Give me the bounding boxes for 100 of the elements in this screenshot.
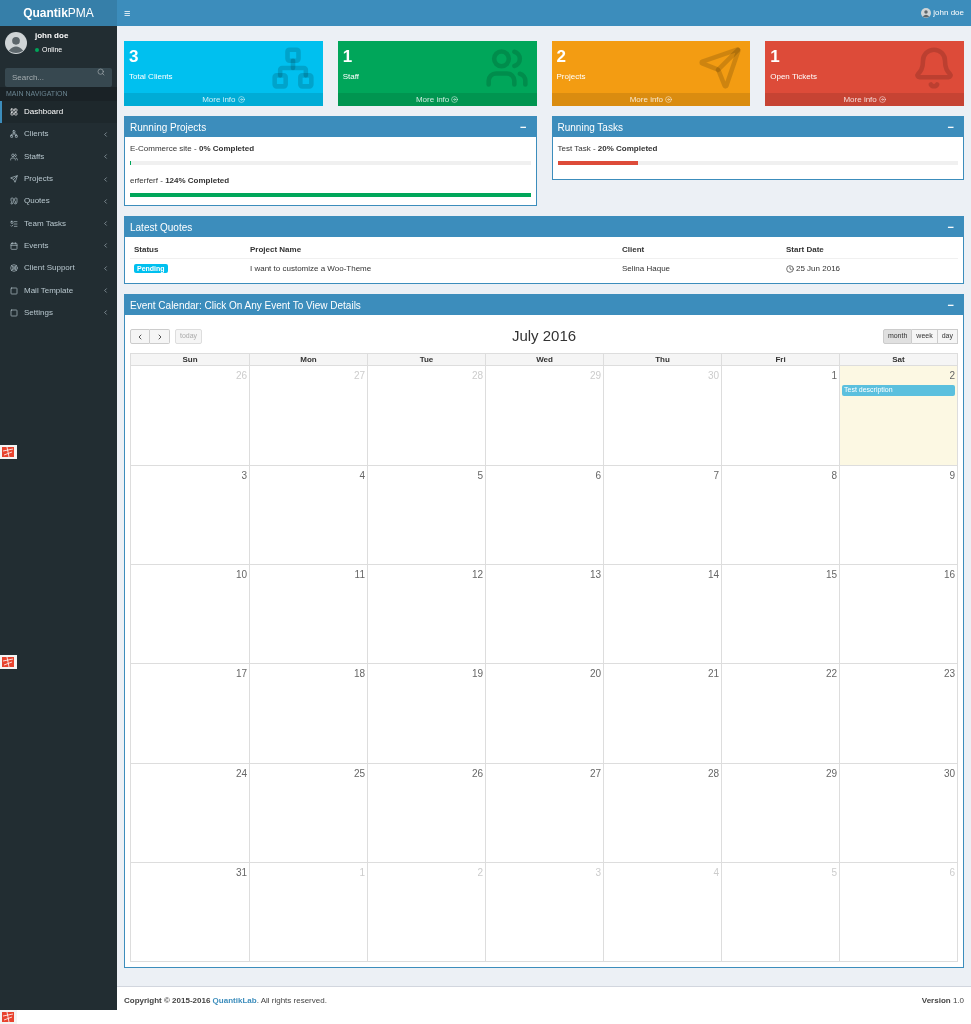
broken-image-icon xyxy=(0,655,17,669)
previous-button[interactable] xyxy=(130,329,150,344)
day-cell[interactable]: 9 xyxy=(839,466,957,565)
avatar xyxy=(921,8,932,18)
day-cell[interactable]: 25 xyxy=(249,763,367,862)
day-cell[interactable]: 3 xyxy=(131,466,249,565)
day-cell[interactable]: 13 xyxy=(485,565,603,664)
day-cell[interactable]: 11 xyxy=(249,565,367,664)
chevron-left-icon xyxy=(102,153,109,161)
search-icon[interactable] xyxy=(97,68,105,76)
day-number: 16 xyxy=(943,568,955,583)
chevron-left-icon xyxy=(102,264,109,272)
day-number: 21 xyxy=(707,667,719,682)
weekday-header: Sun xyxy=(181,354,199,365)
square-icon xyxy=(10,308,18,317)
logo[interactable]: QuantikPMA xyxy=(23,4,94,22)
collapse-button[interactable]: − xyxy=(943,221,958,233)
day-number: 23 xyxy=(943,667,955,682)
day-cell[interactable]: 31 xyxy=(131,862,249,961)
menu-button[interactable]: ≡ xyxy=(124,7,131,19)
progress-label: E-Commerce site - 0% Completed xyxy=(130,143,256,155)
day-cell[interactable]: 7 xyxy=(603,466,721,565)
nav-item[interactable]: Quotes xyxy=(0,190,117,213)
day-number: 14 xyxy=(707,568,719,583)
day-cell[interactable]: 19 xyxy=(367,664,485,763)
chevron-left-icon xyxy=(102,309,109,317)
day-cell[interactable]: 8 xyxy=(721,466,839,565)
company-link[interactable]: QuantikLab xyxy=(212,996,257,1005)
day-cell[interactable]: 14 xyxy=(603,565,721,664)
chevron-left-icon xyxy=(102,130,109,138)
day-cell[interactable]: 18 xyxy=(249,664,367,763)
day-cell[interactable]: 20 xyxy=(485,664,603,763)
day-cell[interactable]: 10 xyxy=(131,565,249,664)
nav-item[interactable]: Clients xyxy=(0,123,117,146)
day-number: 9 xyxy=(949,469,955,484)
chevron-left-icon xyxy=(136,332,144,341)
day-cell[interactable]: 16 xyxy=(839,565,957,664)
stat-label: Projects xyxy=(556,71,587,83)
day-number: 8 xyxy=(831,469,837,484)
collapse-button[interactable]: − xyxy=(943,299,958,311)
more-info-link[interactable]: More info xyxy=(337,93,537,106)
nav-item[interactable]: Team Tasks xyxy=(0,212,117,235)
nav-item[interactable]: Settings xyxy=(0,301,117,324)
chevron-left-icon xyxy=(102,197,109,205)
table-cell: 25 Jun 2016 xyxy=(796,263,841,275)
next-button[interactable] xyxy=(150,329,170,344)
weekday-header: Wed xyxy=(485,354,603,365)
day-number: 6 xyxy=(595,469,601,484)
day-number: 7 xyxy=(713,469,719,484)
day-cell[interactable]: 5 xyxy=(367,466,485,565)
day-cell[interactable]: 6 xyxy=(485,466,603,565)
collapse-button[interactable]: − xyxy=(943,121,958,133)
day-cell[interactable]: 29 xyxy=(721,763,839,862)
day-cell[interactable]: 27 xyxy=(485,763,603,862)
grid-icon xyxy=(10,108,18,117)
day-number: 10 xyxy=(235,568,247,583)
nav-item[interactable]: Mail Template xyxy=(0,279,117,302)
day-cell[interactable]: 23 xyxy=(839,664,957,763)
nav-item[interactable]: Events xyxy=(0,234,117,258)
search-field[interactable]: Search... xyxy=(5,68,112,87)
weekday-header: Mon xyxy=(249,354,367,365)
nav-item[interactable]: Client Support xyxy=(0,257,117,280)
day-number: 29 xyxy=(825,766,837,781)
broken-image-icon xyxy=(0,445,17,459)
nav-item[interactable]: Projects xyxy=(0,167,117,191)
day-cell[interactable]: 21 xyxy=(603,664,721,763)
day-cell[interactable]: 22 xyxy=(721,664,839,763)
day-number: 5 xyxy=(477,469,483,484)
day-number: 22 xyxy=(825,667,837,682)
collapse-button[interactable]: − xyxy=(516,121,531,133)
day-cell[interactable]: 12 xyxy=(367,565,485,664)
nav-item[interactable]: Staffs xyxy=(0,145,117,168)
stat-label: Open Tickets xyxy=(770,71,818,83)
day-cell[interactable]: 28 xyxy=(603,763,721,862)
day-cell[interactable]: 4 xyxy=(249,466,367,565)
square-icon xyxy=(10,286,18,295)
day-number: 1 xyxy=(831,369,837,383)
day-cell[interactable]: 26 xyxy=(367,763,485,862)
more-info-link[interactable]: More info xyxy=(765,93,964,106)
arrow-circle-icon xyxy=(451,96,459,103)
table-cell-text: Selina Haque xyxy=(622,263,672,275)
users-icon xyxy=(484,46,529,90)
day-cell[interactable]: 24 xyxy=(131,763,249,862)
paper-plane-icon xyxy=(698,46,743,90)
day-number: 24 xyxy=(235,766,247,781)
version-text: Version 1.0 xyxy=(921,995,964,1007)
nav-item[interactable]: Dashboard xyxy=(0,101,117,124)
day-cell[interactable]: 15 xyxy=(721,565,839,664)
chevron-left-icon xyxy=(102,287,109,294)
user-menu[interactable]: john doe xyxy=(933,7,964,19)
quote-icon xyxy=(10,197,18,206)
calendar-title: July 2016 xyxy=(511,326,577,347)
day-number: 17 xyxy=(235,667,247,682)
column-header: Start Date xyxy=(786,243,825,256)
day-cell[interactable]: 17 xyxy=(131,664,249,763)
chevron-left-icon xyxy=(102,175,109,183)
user-name: john doe xyxy=(35,29,69,42)
day-number: 26 xyxy=(471,766,483,781)
calendar-icon xyxy=(10,241,18,250)
day-cell[interactable]: 30 xyxy=(839,763,957,862)
